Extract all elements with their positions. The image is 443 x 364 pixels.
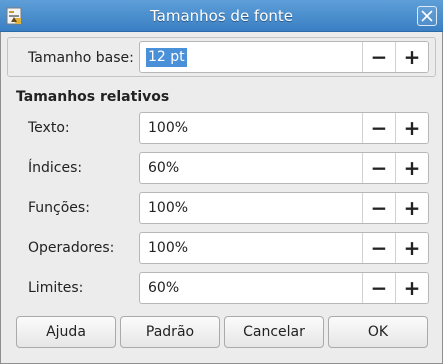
operator-size-increase-button[interactable]: + <box>395 233 428 263</box>
limit-size-decrease-button[interactable]: − <box>362 273 395 303</box>
index-size-stepper[interactable]: 60% − + <box>139 152 429 184</box>
base-size-decrease-button[interactable]: − <box>362 42 395 72</box>
operator-size-label: Operadores: <box>28 240 115 256</box>
plus-icon: + <box>403 116 421 140</box>
text-size-decrease-button[interactable]: − <box>362 113 395 143</box>
close-button[interactable] <box>417 6 437 26</box>
text-size-label: Texto: <box>28 120 70 136</box>
minus-icon: − <box>370 45 388 69</box>
operator-size-decrease-button[interactable]: − <box>362 233 395 263</box>
default-button[interactable]: Padrão <box>120 316 220 348</box>
help-button[interactable]: Ajuda <box>16 316 116 348</box>
function-size-increase-button[interactable]: + <box>395 193 428 223</box>
function-size-stepper[interactable]: 100% − + <box>139 192 429 224</box>
index-size-value[interactable]: 60% <box>148 153 179 183</box>
text-size-increase-button[interactable]: + <box>395 113 428 143</box>
minus-icon: − <box>370 156 388 180</box>
minus-icon: − <box>370 116 388 140</box>
limit-size-stepper[interactable]: 60% − + <box>139 272 429 304</box>
text-size-stepper[interactable]: 100% − + <box>139 112 429 144</box>
function-size-label: Funções: <box>28 200 90 216</box>
plus-icon: + <box>403 276 421 300</box>
index-size-decrease-button[interactable]: − <box>362 153 395 183</box>
ok-button[interactable]: OK <box>328 316 428 348</box>
index-size-increase-button[interactable]: + <box>395 153 428 183</box>
plus-icon: + <box>403 236 421 260</box>
function-size-value[interactable]: 100% <box>148 193 188 223</box>
plus-icon: + <box>403 45 421 69</box>
limit-size-label: Limites: <box>28 280 84 296</box>
minus-icon: − <box>370 196 388 220</box>
window-title: Tamanhos de fonte <box>149 7 294 25</box>
close-icon <box>421 10 433 22</box>
cancel-button[interactable]: Cancelar <box>224 316 324 348</box>
minus-icon: − <box>370 236 388 260</box>
base-size-increase-button[interactable]: + <box>395 42 428 72</box>
plus-icon: + <box>403 196 421 220</box>
title-bar: Tamanhos de fonte <box>0 0 443 32</box>
limit-size-increase-button[interactable]: + <box>395 273 428 303</box>
plus-icon: + <box>403 156 421 180</box>
minus-icon: − <box>370 276 388 300</box>
index-size-label: Índices: <box>28 160 83 176</box>
operator-size-stepper[interactable]: 100% − + <box>139 232 429 264</box>
function-size-decrease-button[interactable]: − <box>362 193 395 223</box>
base-size-label: Tamanho base: <box>28 50 134 66</box>
base-size-value[interactable]: 12 pt <box>146 48 187 67</box>
text-size-value[interactable]: 100% <box>148 113 188 143</box>
operator-size-value[interactable]: 100% <box>148 233 188 263</box>
base-size-stepper[interactable]: 12 pt − + <box>139 41 429 73</box>
limit-size-value[interactable]: 60% <box>148 273 179 303</box>
relative-sizes-heading: Tamanhos relativos <box>16 89 170 105</box>
